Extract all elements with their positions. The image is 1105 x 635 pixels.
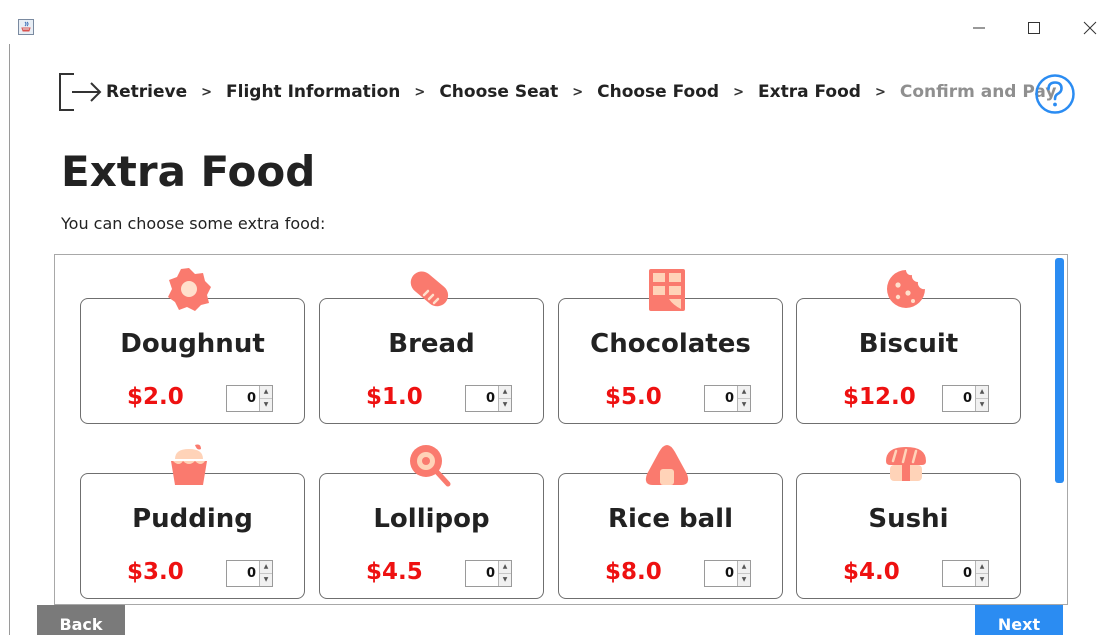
pudding-icon bbox=[171, 444, 207, 485]
decrement-button[interactable]: ▼ bbox=[738, 399, 750, 411]
food-price: $12.0 bbox=[843, 384, 916, 410]
increment-button[interactable]: ▲ bbox=[260, 561, 272, 574]
increment-button[interactable]: ▲ bbox=[499, 386, 511, 399]
food-card-sushi: Sushi $4.0 0 ▲ ▼ bbox=[796, 473, 1021, 599]
food-price: $4.0 bbox=[843, 559, 900, 585]
doughnut-icon bbox=[168, 268, 211, 311]
food-price: $4.5 bbox=[366, 559, 423, 585]
quantity-value[interactable]: 0 bbox=[466, 386, 498, 411]
quantity-spinner[interactable]: 0 ▲ ▼ bbox=[942, 385, 989, 412]
close-icon bbox=[1083, 21, 1097, 35]
decrement-button[interactable]: ▼ bbox=[499, 399, 511, 411]
decrement-button[interactable]: ▼ bbox=[499, 574, 511, 586]
quantity-spinner[interactable]: 0 ▲ ▼ bbox=[704, 560, 751, 587]
next-button[interactable]: Next bbox=[975, 605, 1063, 635]
food-name: Chocolates bbox=[590, 329, 751, 359]
lollipop-icon bbox=[410, 445, 451, 487]
increment-button[interactable]: ▲ bbox=[976, 386, 988, 399]
help-icon[interactable] bbox=[1034, 73, 1076, 115]
biscuit-icon bbox=[887, 270, 925, 308]
quantity-value[interactable]: 0 bbox=[466, 561, 498, 586]
quantity-value[interactable]: 0 bbox=[943, 561, 975, 586]
logout-icon[interactable] bbox=[58, 72, 104, 112]
breadcrumb-separator: > bbox=[414, 84, 426, 100]
breadcrumb-step-retrieve[interactable]: Retrieve bbox=[106, 82, 187, 102]
food-card-lollipop: Lollipop $4.5 0 ▲ ▼ bbox=[319, 473, 544, 599]
decrement-button[interactable]: ▼ bbox=[260, 574, 272, 586]
food-name: Sushi bbox=[868, 504, 949, 534]
minimize-button[interactable] bbox=[966, 14, 992, 42]
quantity-value[interactable]: 0 bbox=[943, 386, 975, 411]
breadcrumb-step-confirm-and-pay: Confirm and Pay bbox=[899, 82, 1057, 102]
quantity-spinner[interactable]: 0 ▲ ▼ bbox=[226, 560, 273, 587]
quantity-value[interactable]: 0 bbox=[227, 561, 259, 586]
breadcrumb-step-flight-information[interactable]: Flight Information bbox=[226, 82, 400, 102]
food-card-bread: Bread $1.0 0 ▲ ▼ bbox=[319, 298, 544, 424]
breadcrumb-step-choose-seat[interactable]: Choose Seat bbox=[439, 82, 558, 102]
quantity-value[interactable]: 0 bbox=[227, 386, 259, 411]
food-name: Lollipop bbox=[373, 504, 490, 534]
page-subtitle: You can choose some extra food: bbox=[61, 214, 326, 233]
food-card-pudding: Pudding $3.0 0 ▲ ▼ bbox=[80, 473, 305, 599]
breadcrumb: Retrieve > Flight Information > Choose S… bbox=[58, 72, 1056, 112]
food-name: Bread bbox=[388, 329, 475, 359]
java-app-icon bbox=[18, 19, 34, 35]
food-price: $2.0 bbox=[127, 384, 184, 410]
page-title: Extra Food bbox=[61, 147, 316, 196]
increment-button[interactable]: ▲ bbox=[738, 386, 750, 399]
quantity-spinner[interactable]: 0 ▲ ▼ bbox=[465, 385, 512, 412]
maximize-button[interactable] bbox=[1021, 14, 1047, 42]
quantity-spinner[interactable]: 0 ▲ ▼ bbox=[465, 560, 512, 587]
food-name: Biscuit bbox=[858, 329, 959, 359]
food-name: Doughnut bbox=[120, 329, 265, 359]
food-price: $1.0 bbox=[366, 384, 423, 410]
decrement-button[interactable]: ▼ bbox=[976, 574, 988, 586]
food-card-chocolates: Chocolates $5.0 0 ▲ ▼ bbox=[558, 298, 783, 424]
food-price: $8.0 bbox=[605, 559, 662, 585]
close-button[interactable] bbox=[1077, 14, 1103, 42]
increment-button[interactable]: ▲ bbox=[738, 561, 750, 574]
decrement-button[interactable]: ▼ bbox=[976, 399, 988, 411]
increment-button[interactable]: ▲ bbox=[499, 561, 511, 574]
breadcrumb-step-choose-food[interactable]: Choose Food bbox=[597, 82, 719, 102]
maximize-icon bbox=[1028, 22, 1040, 34]
increment-button[interactable]: ▲ bbox=[976, 561, 988, 574]
rice-ball-icon bbox=[645, 445, 689, 485]
food-card-rice-ball: Rice ball $8.0 0 ▲ ▼ bbox=[558, 473, 783, 599]
quantity-spinner[interactable]: 0 ▲ ▼ bbox=[704, 385, 751, 412]
quantity-value[interactable]: 0 bbox=[705, 561, 737, 586]
food-price: $5.0 bbox=[605, 384, 662, 410]
bread-icon bbox=[410, 271, 449, 307]
breadcrumb-step-extra-food[interactable]: Extra Food bbox=[758, 82, 861, 102]
food-card-doughnut: Doughnut $2.0 0 ▲ ▼ bbox=[80, 298, 305, 424]
back-button[interactable]: Back bbox=[37, 605, 125, 635]
chocolate-icon bbox=[649, 269, 685, 311]
quantity-spinner[interactable]: 0 ▲ ▼ bbox=[942, 560, 989, 587]
minimize-icon bbox=[973, 27, 985, 29]
decrement-button[interactable]: ▼ bbox=[260, 399, 272, 411]
food-name: Rice ball bbox=[607, 504, 733, 534]
breadcrumb-separator: > bbox=[733, 84, 744, 100]
food-price: $3.0 bbox=[127, 559, 184, 585]
breadcrumb-separator: > bbox=[201, 84, 213, 100]
sushi-icon bbox=[886, 447, 926, 481]
quantity-value[interactable]: 0 bbox=[705, 386, 737, 411]
decrement-button[interactable]: ▼ bbox=[738, 574, 750, 586]
food-scroll-panel[interactable]: Doughnut $2.0 0 ▲ ▼ Bread $1.0 0 ▲ ▼ Choco… bbox=[54, 254, 1068, 605]
scrollbar-thumb[interactable] bbox=[1055, 258, 1064, 483]
quantity-spinner[interactable]: 0 ▲ ▼ bbox=[226, 385, 273, 412]
increment-button[interactable]: ▲ bbox=[260, 386, 272, 399]
breadcrumb-separator: > bbox=[572, 84, 584, 100]
food-name: Pudding bbox=[132, 504, 253, 534]
breadcrumb-separator: > bbox=[874, 84, 886, 100]
window-left-border bbox=[9, 44, 10, 635]
food-card-biscuit: Biscuit $12.0 0 ▲ ▼ bbox=[796, 298, 1021, 424]
